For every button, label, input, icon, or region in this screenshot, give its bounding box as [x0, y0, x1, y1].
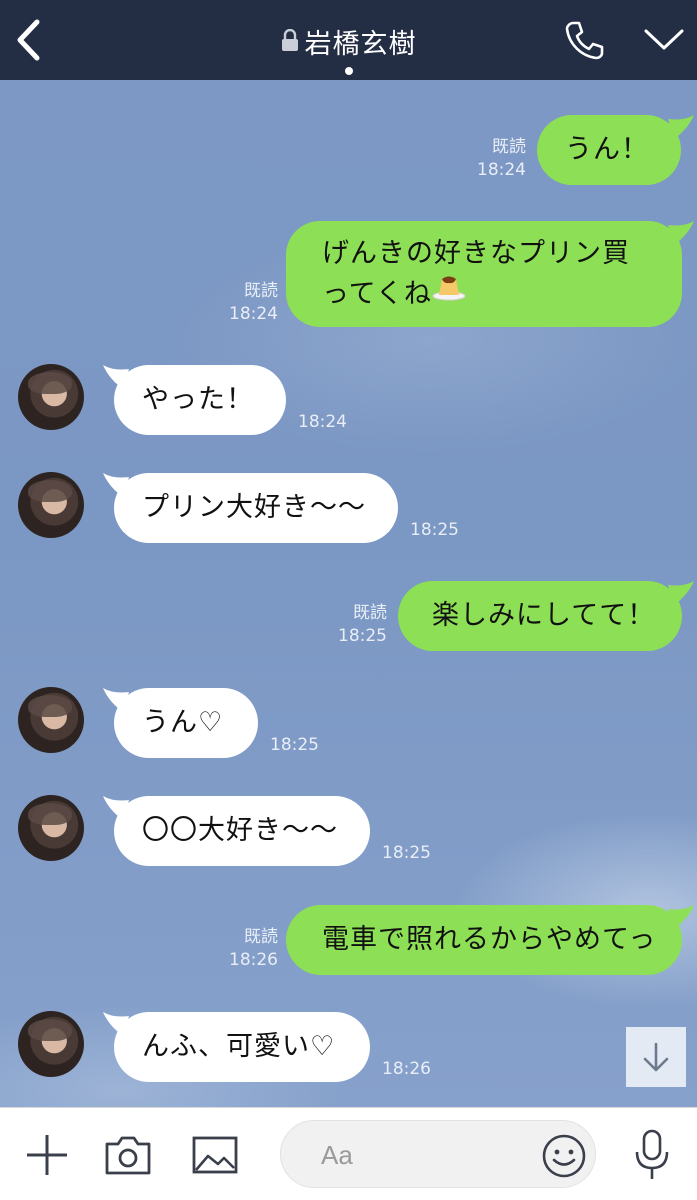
incoming-message[interactable]: やった！ [114, 365, 286, 435]
smiley-icon [542, 1134, 586, 1178]
message-meta: 既読 18:26 [222, 926, 278, 972]
page-indicator-dot [345, 67, 353, 75]
scroll-to-bottom-button[interactable] [626, 1027, 686, 1087]
outgoing-message[interactable]: 電車で照れるからやめてっ [286, 905, 682, 975]
incoming-message[interactable]: プリン大好き〜〜 [114, 473, 398, 543]
avatar[interactable] [18, 795, 84, 861]
message-meta: 既読 18:24 [470, 136, 526, 182]
read-receipt: 既読 [244, 281, 278, 301]
image-button[interactable] [192, 1134, 238, 1176]
outgoing-message[interactable]: うん！ [537, 115, 681, 185]
emoji-button[interactable] [541, 1133, 587, 1179]
message-meta: 既読 18:24 [222, 280, 278, 326]
timestamp: 18:25 [270, 735, 319, 755]
message-input[interactable] [321, 1135, 521, 1175]
camera-button[interactable] [104, 1134, 152, 1176]
incoming-message[interactable]: 〇〇大好き〜〜 [114, 796, 370, 866]
bubble-tail [668, 905, 694, 929]
outgoing-message[interactable]: 楽しみにしてて！ [398, 581, 682, 651]
message-text: やった！ [142, 384, 254, 415]
message-text: プリン大好き〜〜 [142, 492, 366, 523]
message-text: 楽しみにしてて！ [432, 600, 656, 631]
phone-icon [565, 21, 604, 60]
pudding-icon [432, 271, 466, 313]
avatar[interactable] [18, 1011, 84, 1077]
timestamp: 18:26 [229, 950, 278, 970]
timestamp: 18:25 [410, 520, 459, 540]
avatar[interactable] [18, 364, 84, 430]
microphone-button[interactable] [632, 1128, 672, 1182]
message-text: うん♡ [142, 707, 224, 738]
message-text: うん！ [565, 134, 649, 165]
outgoing-message[interactable]: げんきの好きなプリン買ってくね [286, 221, 682, 327]
read-receipt: 既読 [244, 927, 278, 947]
avatar[interactable] [18, 687, 84, 753]
message-text: げんきの好きなプリン買ってくね [322, 238, 630, 310]
camera-icon [105, 1136, 151, 1175]
bubble-tail [668, 221, 694, 245]
timestamp: 18:24 [477, 160, 526, 180]
incoming-message[interactable]: うん♡ [114, 688, 258, 758]
message-list[interactable]: 既読 18:24 うん！ 既読 18:24 げんきの好きなプリン買ってくね やっ… [0, 80, 697, 1107]
message-input-container[interactable] [280, 1120, 596, 1188]
plus-icon [27, 1135, 67, 1175]
timestamp: 18:26 [382, 1059, 431, 1079]
message-text: 電車で照れるからやめてっ [322, 924, 657, 955]
image-icon [192, 1136, 238, 1174]
timestamp: 18:25 [338, 626, 387, 646]
timestamp: 18:24 [229, 304, 278, 324]
timestamp: 18:25 [382, 843, 431, 863]
arrow-down-icon [643, 1042, 669, 1072]
timestamp: 18:24 [298, 412, 347, 432]
message-meta: 既読 18:25 [331, 602, 387, 648]
menu-button[interactable] [642, 22, 686, 58]
add-button[interactable] [24, 1132, 70, 1178]
bubble-tail [668, 581, 694, 605]
contact-name: 岩橋玄樹 [304, 29, 417, 60]
avatar[interactable] [18, 472, 84, 538]
message-input-bar [0, 1107, 697, 1200]
chevron-down-icon [644, 29, 684, 50]
microphone-icon [635, 1129, 669, 1179]
bubble-tail [668, 115, 694, 139]
call-button[interactable] [562, 18, 606, 62]
message-text: んふ、可愛い♡ [142, 1031, 336, 1062]
read-receipt: 既読 [492, 137, 526, 157]
incoming-message[interactable]: んふ、可愛い♡ [114, 1012, 370, 1082]
lock-icon [281, 27, 299, 58]
chat-header: 岩橋玄樹 [0, 0, 697, 80]
message-text: 〇〇大好き〜〜 [142, 815, 338, 846]
read-receipt: 既読 [353, 603, 387, 623]
